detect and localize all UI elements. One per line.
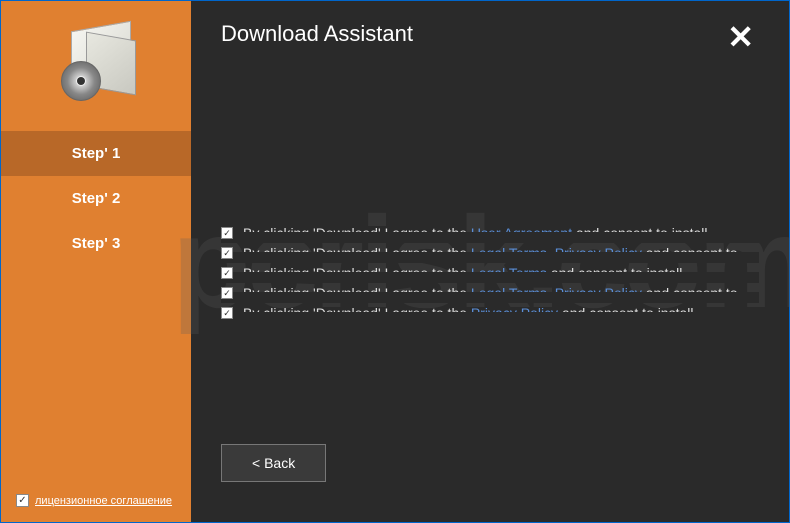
agreement-checkbox[interactable]: ✓	[221, 287, 233, 299]
privacy-policy-link[interactable]: Privacy Policy	[471, 305, 558, 321]
close-icon[interactable]: ✕	[722, 21, 759, 53]
agreement-checkbox[interactable]: ✓	[221, 307, 233, 319]
license-link[interactable]: лицензионное соглашение	[35, 495, 172, 507]
agreement-row: ✓ By clicking 'Download' I agree to the …	[221, 223, 759, 243]
agreement-prefix: By clicking 'Download' I agree to the	[243, 245, 467, 261]
privacy-policy-link[interactable]: Privacy Policy	[555, 285, 642, 301]
back-button[interactable]: < Back	[221, 444, 326, 482]
agreement-suffix: and consent to install	[576, 225, 708, 241]
agreement-checkbox[interactable]: ✓	[221, 247, 233, 259]
privacy-policy-link[interactable]: Privacy Policy	[555, 245, 642, 261]
step-3[interactable]: Step' 3	[1, 221, 191, 266]
step-1[interactable]: Step' 1	[1, 131, 191, 176]
installer-icon	[51, 21, 141, 101]
agreement-suffix: and consent to	[646, 245, 738, 261]
legal-terms-link[interactable]: Legal Terms	[471, 265, 547, 281]
step-2[interactable]: Step' 2	[1, 176, 191, 221]
agreement-row: ✓ By clicking 'Download' I agree to the …	[221, 263, 759, 283]
agreement-checkbox[interactable]: ✓	[221, 227, 233, 239]
agreement-suffix: and consent to install	[551, 265, 683, 281]
agreement-prefix: By clicking 'Download' I agree to the	[243, 265, 467, 281]
license-checkbox[interactable]: ✓	[16, 494, 29, 507]
main-panel: pcrisk.com Download Assistant ✕ ✓ By cli…	[191, 1, 789, 522]
license-footer: ✓ лицензионное соглашение	[16, 494, 172, 507]
legal-terms-link[interactable]: Legal Terms	[471, 245, 547, 261]
agreement-row: ✓ By clicking 'Download' I agree to the …	[221, 283, 759, 303]
agreement-suffix: and consent to	[646, 285, 738, 301]
user-agreement-link[interactable]: User Agreement	[471, 225, 572, 241]
legal-terms-link[interactable]: Legal Terms	[471, 285, 547, 301]
agreement-prefix: By clicking 'Download' I agree to the	[243, 305, 467, 321]
agreement-row: ✓ By clicking 'Download' I agree to the …	[221, 243, 759, 263]
header: Download Assistant ✕	[221, 21, 759, 53]
agreement-checkbox[interactable]: ✓	[221, 267, 233, 279]
agreement-prefix: By clicking 'Download' I agree to the	[243, 285, 467, 301]
agreement-row: ✓ By clicking 'Download' I agree to the …	[221, 303, 759, 323]
page-title: Download Assistant	[221, 21, 413, 47]
agreement-suffix: and consent to install	[562, 305, 694, 321]
agreements-list: ✓ By clicking 'Download' I agree to the …	[221, 223, 759, 323]
agreement-prefix: By clicking 'Download' I agree to the	[243, 225, 467, 241]
sidebar: Step' 1 Step' 2 Step' 3 ✓ лицензионное с…	[1, 1, 191, 522]
